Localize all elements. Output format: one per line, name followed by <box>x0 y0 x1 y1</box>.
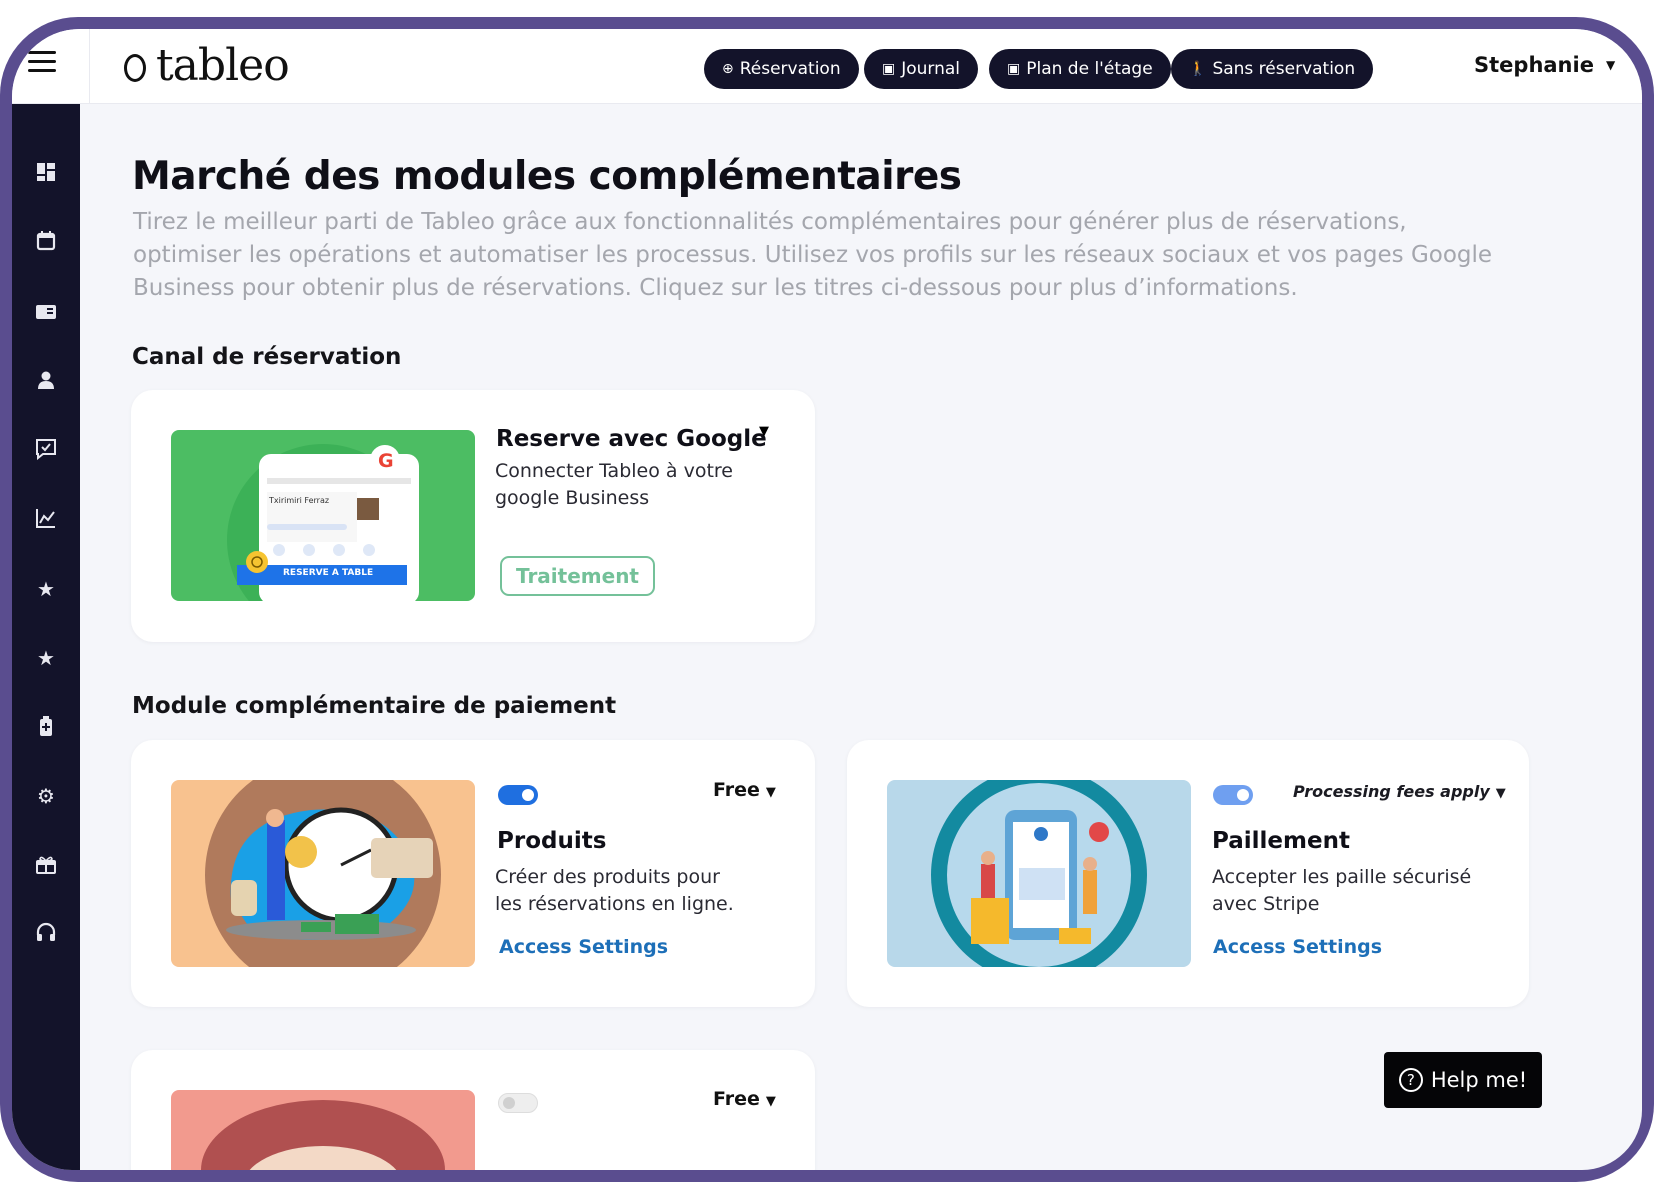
section-title-payment-addon: Module complémentaire de paiement <box>132 693 617 719</box>
products-illustration <box>171 780 475 967</box>
journal-button-label: Journal <box>901 59 961 79</box>
addon-pricing-dropdown[interactable]: Free ▼ <box>713 1088 776 1110</box>
chevron-down-icon: ▼ <box>1495 786 1506 801</box>
listing-name: Txirimiri Ferraz <box>269 496 330 505</box>
page-subtitle: Tirez le meilleur parti de Tableo grâce … <box>133 209 1493 301</box>
processing-button[interactable]: Traitement <box>500 556 655 596</box>
addon-toggle[interactable] <box>498 1093 538 1113</box>
payment-illustration <box>887 780 1191 967</box>
dashboard-icon[interactable] <box>34 161 58 185</box>
google-illustration: G Txirimiri Ferraz RESERVE A TABLE <box>171 430 475 601</box>
sidebar: ★ ★ ⚙ <box>12 104 80 1170</box>
help-button[interactable]: ? Help me! <box>1384 1052 1542 1108</box>
card-title[interactable]: Paillement <box>1212 828 1350 854</box>
calendar-icon[interactable] <box>34 230 58 254</box>
floor-plan-button[interactable]: ▣ Plan de l'étage <box>989 49 1171 89</box>
star-icon[interactable]: ★ <box>34 577 58 601</box>
question-icon: ? <box>1398 1068 1423 1092</box>
battery-icon[interactable] <box>34 715 58 739</box>
access-settings-link[interactable]: Access Settings <box>499 936 668 958</box>
addon-card-payment[interactable]: Processing fees apply ▼ Paillement Accept… <box>847 740 1529 1007</box>
card-description: Créer des produits pour les réservations… <box>495 866 734 915</box>
app-screen: tableo ⊕ Réservation ▣ Journal ▣ Plan de… <box>12 29 1642 1170</box>
price-label: Processing fees apply <box>1293 782 1490 801</box>
addon-card-third[interactable]: Free ▼ <box>131 1050 815 1170</box>
gift-icon[interactable] <box>34 853 58 877</box>
card-title[interactable]: Produits <box>497 828 606 854</box>
menu-icon[interactable] <box>28 51 56 73</box>
device-frame: tableo ⊕ Réservation ▣ Journal ▣ Plan de… <box>0 17 1654 1182</box>
logo[interactable]: tableo <box>124 35 290 95</box>
products-pricing-dropdown[interactable]: Free ▼ <box>713 779 776 801</box>
feedback-icon[interactable] <box>34 438 58 462</box>
addon-card-google[interactable]: G Txirimiri Ferraz RESERVE A TABLE Reser… <box>131 390 815 642</box>
plus-circle-icon: ⊕ <box>722 61 734 77</box>
user-name: Stephanie <box>1474 53 1594 77</box>
price-label: Free <box>713 1088 760 1110</box>
chevron-down-icon: ▼ <box>1605 58 1616 72</box>
addon-illustration <box>171 1090 475 1170</box>
top-bar: tableo ⊕ Réservation ▣ Journal ▣ Plan de… <box>12 29 1642 104</box>
calendar-icon: ▣ <box>882 61 896 77</box>
user-menu[interactable]: Stephanie ▼ <box>1474 53 1615 77</box>
svg-text:G: G <box>378 450 394 472</box>
reservation-button[interactable]: ⊕ Réservation <box>704 49 859 89</box>
walk-in-button-label: Sans réservation <box>1212 59 1356 79</box>
card-description: Connecter Tableo à votre google Business <box>495 460 733 509</box>
settings-icon[interactable]: ⚙ <box>34 784 58 808</box>
logo-ring-icon <box>124 54 146 82</box>
guest-icon[interactable] <box>34 369 58 393</box>
headset-icon[interactable] <box>34 922 58 946</box>
page-title: Marché des modules complémentaires <box>132 154 962 199</box>
star-icon[interactable]: ★ <box>34 646 58 670</box>
payment-toggle[interactable] <box>1213 785 1253 805</box>
chevron-down-icon: ▼ <box>765 785 776 800</box>
card-title[interactable]: Reserve avec Google <box>496 426 767 452</box>
help-label: Help me! <box>1430 1068 1528 1092</box>
reservation-button-label: Réservation <box>739 59 841 79</box>
addon-card-products[interactable]: Free ▼ Produits Créer des produits pour l… <box>131 740 815 1007</box>
card-description: Accepter les paille sécurisé avec Stripe <box>1212 866 1472 915</box>
journal-button[interactable]: ▣ Journal <box>864 49 979 89</box>
floor-plan-icon: ▣ <box>1007 61 1021 77</box>
floor-plan-button-label: Plan de l'étage <box>1026 59 1153 79</box>
price-label: Free <box>713 779 760 801</box>
logo-text: tableo <box>156 39 290 91</box>
chevron-down-icon: ▼ <box>765 1094 776 1109</box>
products-toggle[interactable] <box>498 785 538 805</box>
analytics-icon[interactable] <box>34 507 58 531</box>
walk-in-icon: 🚶 <box>1189 61 1207 77</box>
section-title-booking-channel: Canal de réservation <box>132 344 402 370</box>
reserve-table-label: RESERVE A TABLE <box>283 568 374 578</box>
access-settings-link[interactable]: Access Settings <box>1213 936 1382 958</box>
chevron-down-icon[interactable]: ▼ <box>759 424 769 439</box>
divider <box>89 29 90 103</box>
layout-icon[interactable] <box>34 301 58 325</box>
main-content: Marché des modules complémentaires Tirez… <box>80 104 1642 1170</box>
payment-pricing-dropdown[interactable]: Processing fees apply ▼ <box>1293 782 1506 801</box>
walk-in-button[interactable]: 🚶 Sans réservation <box>1171 49 1374 89</box>
